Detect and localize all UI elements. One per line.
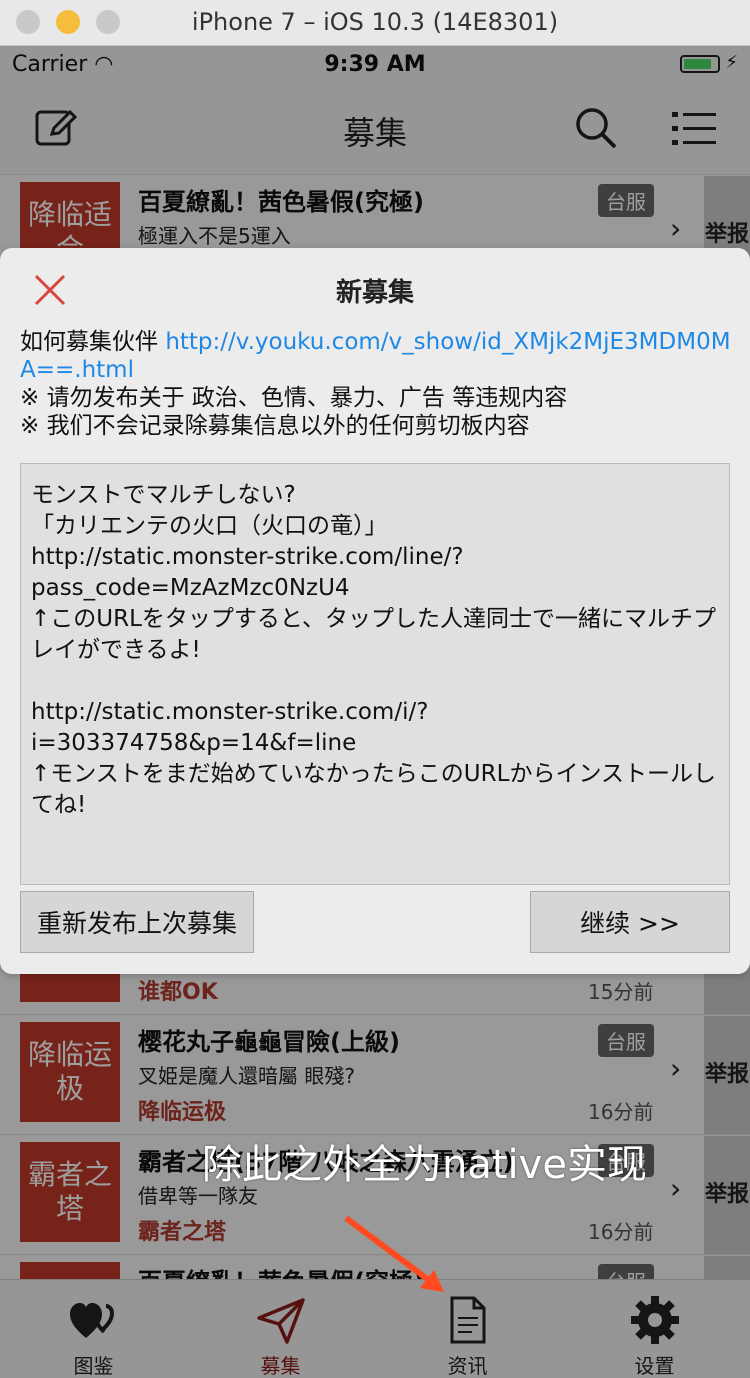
window-title: iPhone 7 – iOS 10.3 (14E8301) (191, 8, 559, 36)
dialog-info: 如何募集伙伴 http://v.youku.com/v_show/id_XMjk… (20, 328, 732, 440)
annotation-arrow-icon (344, 1215, 444, 1292)
repost-last-button[interactable]: 重新发布上次募集 (20, 891, 254, 953)
dialog-title: 新募集 (335, 278, 414, 308)
simulator-titlebar: iPhone 7 – iOS 10.3 (14E8301) (0, 0, 750, 46)
rule-note: ※ 请勿发布关于 政治、色情、暴力、广告 等违规内容 (20, 385, 568, 411)
new-recruit-dialog: 新募集 如何募集伙伴 http://v.youku.com/v_show/id_… (0, 248, 750, 974)
guide-label: 如何募集伙伴 (20, 329, 166, 355)
annotation-caption: 除此之外全为native实现 (202, 1142, 647, 1188)
message-textarea[interactable]: モンストでマルチしない? 「カリエンテの火口（火口の竜）」 http://sta… (20, 463, 730, 885)
privacy-note: ※ 我们不会记录除募集信息以外的任何剪切板内容 (20, 413, 530, 439)
continue-button[interactable]: 继续 >> (530, 891, 730, 953)
